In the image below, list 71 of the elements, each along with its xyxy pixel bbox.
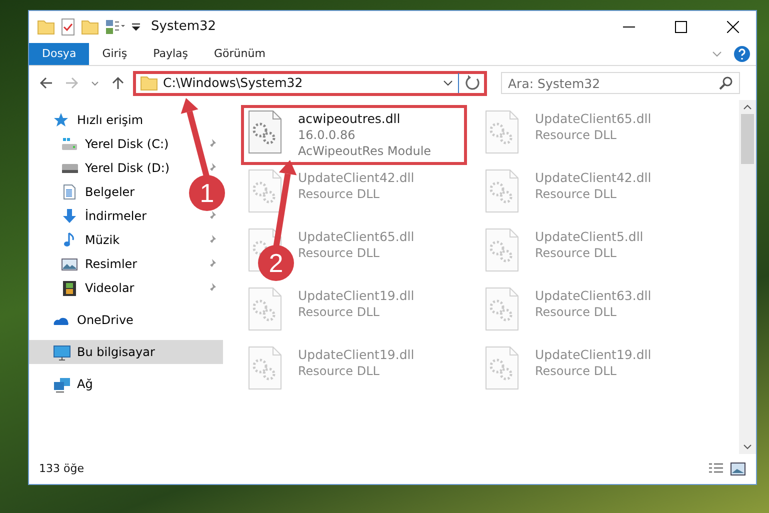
network-icon: [53, 376, 71, 392]
down-arrow-icon: [61, 208, 79, 224]
scrollbar-thumb[interactable]: [741, 114, 754, 164]
ribbon-tab[interactable]: Görünüm: [201, 43, 278, 65]
dropdown-caret-icon[interactable]: [443, 80, 453, 86]
address-path: C:\Windows\System32: [163, 74, 304, 92]
file-name: UpdateClient19.dll: [298, 287, 414, 304]
sidebar-item[interactable]: Ağ: [53, 372, 93, 396]
file-description: Resource DLL: [535, 186, 618, 202]
help-icon[interactable]: [734, 46, 750, 62]
close-icon[interactable]: [727, 21, 739, 33]
file-description: Resource DLL: [535, 127, 618, 143]
search-field[interactable]: Ara: System32: [501, 72, 740, 94]
file-description: Resource DLL: [298, 304, 380, 320]
file-name: UpdateClient19.dll: [298, 346, 414, 363]
ribbon-tab[interactable]: Dosya: [29, 43, 90, 65]
file-description: Resource DLL: [535, 245, 618, 261]
annotation-number: 1: [200, 178, 214, 208]
minimize-icon[interactable]: [623, 26, 635, 28]
checklist-icon[interactable]: [61, 18, 75, 36]
file-name: acwipeoutres.dll: [298, 110, 402, 127]
file-description: Resource DLL: [535, 304, 618, 320]
file-name: UpdateClient65.dll: [298, 228, 414, 245]
file-name: UpdateClient42.dll: [535, 169, 652, 186]
back-arrow-icon[interactable]: [39, 76, 53, 90]
sidebar-item[interactable]: Bu bilgisayar: [29, 340, 223, 364]
file-name: UpdateClient65.dll: [535, 110, 652, 127]
ribbon-tab[interactable]: Giriş: [89, 43, 140, 65]
file-description: Resource DLL: [298, 363, 380, 379]
customize-caret-icon[interactable]: [131, 22, 141, 32]
monitor-icon: [53, 344, 71, 360]
file-description: Resource DLL: [298, 245, 380, 261]
address-field[interactable]: C:\Windows\System32: [133, 70, 487, 96]
file-name: UpdateClient19.dll: [535, 346, 652, 363]
sidebar-item[interactable]: Resimler: [61, 252, 138, 276]
scroll-up-icon[interactable]: [743, 104, 752, 110]
vertical-scrollbar[interactable]: [739, 100, 756, 454]
up-arrow-icon[interactable]: [111, 76, 125, 90]
file-description: Resource DLL: [535, 363, 618, 379]
annotation-badge: [258, 245, 294, 281]
file-name: UpdateClient63.dll: [535, 287, 652, 304]
folder-icon: [37, 18, 55, 36]
properties-icon[interactable]: [105, 19, 125, 35]
expand-ribbon-icon[interactable]: [712, 51, 722, 57]
sidebar-item[interactable]: OneDrive: [53, 308, 134, 332]
annotation-number: 2: [268, 248, 284, 278]
folder-icon: [140, 74, 158, 92]
search-icon: [719, 76, 733, 90]
file-description: AcWipeoutRes Module: [298, 143, 432, 159]
item-count: 133 öğe: [39, 460, 84, 477]
drive-icon: [61, 136, 79, 152]
sidebar-item[interactable]: Müzik: [61, 228, 120, 252]
film-icon: [61, 280, 79, 296]
sidebar-item[interactable]: Hızlı erişim: [53, 108, 144, 132]
annotation-badge: [189, 175, 225, 211]
sidebar-item[interactable]: Belgeler: [61, 180, 135, 204]
large-icons-view-icon[interactable]: [730, 462, 746, 476]
sidebar-item[interactable]: İndirmeler: [61, 204, 147, 228]
picture-icon: [61, 256, 79, 272]
highlighted-file-item[interactable]: acwipeoutres.dll 16.0.0.86 AcWipeoutRes Module: [241, 105, 467, 165]
file-name: UpdateClient5.dll: [535, 228, 644, 245]
maximize-icon[interactable]: [675, 21, 687, 33]
ribbon-tab[interactable]: Paylaş: [140, 43, 201, 65]
sidebar-item[interactable]: Yerel Disk (D:): [61, 156, 170, 180]
window-title: System32: [151, 18, 216, 36]
file-version: 16.0.0.86: [298, 127, 356, 143]
sidebar-item[interactable]: Videolar: [61, 276, 134, 300]
sidebar-item[interactable]: Yerel Disk (C:): [61, 132, 169, 156]
scroll-down-icon[interactable]: [743, 444, 752, 450]
file-description: Resource DLL: [298, 186, 380, 202]
file-name: UpdateClient42.dll: [298, 169, 414, 186]
